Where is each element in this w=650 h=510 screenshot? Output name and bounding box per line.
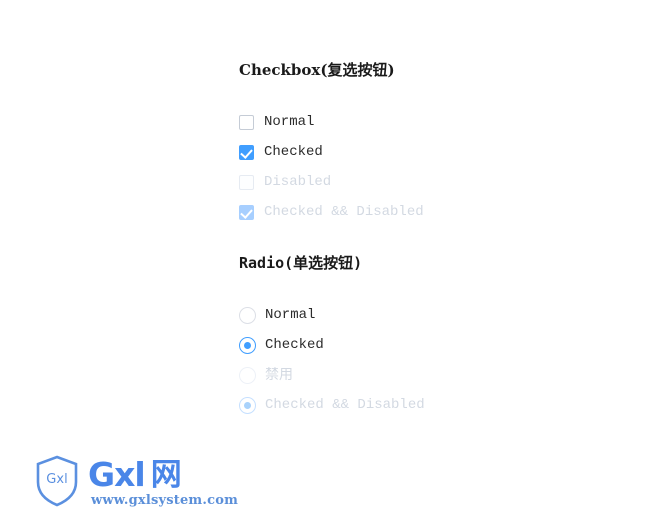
radio-group: Normal Checked 禁用 Checked && Disabled xyxy=(239,300,619,420)
watermark-url: www.gxlsystem.com xyxy=(91,493,239,508)
radio-label-checked: Checked xyxy=(265,337,324,353)
checkbox-box-normal[interactable] xyxy=(239,114,254,130)
check-icon xyxy=(240,145,253,159)
watermark-brand: Gxl xyxy=(88,455,146,494)
checkbox-item-disabled: Disabled xyxy=(239,167,619,197)
checkbox-item-normal[interactable]: Normal xyxy=(239,107,619,137)
check-icon xyxy=(240,205,253,219)
shield-icon: Gxl xyxy=(36,455,78,507)
checkbox-label-checked: Checked xyxy=(264,144,323,160)
page-root: Checkbox(复选按钮) Normal Checked Disabled C… xyxy=(0,0,650,510)
checkbox-section-heading: Checkbox(复选按钮) xyxy=(239,61,395,79)
checkbox-group: Normal Checked Disabled Checked && Disab… xyxy=(239,107,619,227)
radio-circle-checked-disabled xyxy=(239,396,256,414)
checkbox-box-checked[interactable] xyxy=(239,144,254,160)
radio-circle-disabled xyxy=(239,366,256,384)
watermark: Gxl Gxl 网 www.gxlsystem.com xyxy=(34,455,238,510)
radio-circle-checked[interactable] xyxy=(239,336,256,354)
checkbox-section: Checkbox(复选按钮) Normal Checked Disabled C… xyxy=(239,60,619,227)
radio-circle-normal[interactable] xyxy=(239,306,256,324)
checkbox-item-checked-disabled: Checked && Disabled xyxy=(239,197,619,227)
checkbox-box-disabled xyxy=(239,174,254,190)
form-demo-content: Checkbox(复选按钮) Normal Checked Disabled C… xyxy=(239,60,619,420)
checkbox-label-checked-disabled: Checked && Disabled xyxy=(264,204,424,220)
checkbox-item-checked[interactable]: Checked xyxy=(239,137,619,167)
watermark-text: Gxl 网 www.gxlsystem.com xyxy=(88,455,238,509)
radio-section: Radio(单选按钮) Normal Checked 禁用 Checked &&… xyxy=(239,253,619,420)
svg-text:Gxl: Gxl xyxy=(46,472,67,487)
watermark-brand-cjk: 网 xyxy=(150,457,182,493)
checkbox-box-checked-disabled xyxy=(239,204,254,220)
radio-section-heading: Radio(单选按钮) xyxy=(239,254,363,272)
radio-label-checked-disabled: Checked && Disabled xyxy=(265,397,425,413)
checkbox-label-disabled: Disabled xyxy=(264,174,332,190)
radio-label-disabled: 禁用 xyxy=(265,367,293,383)
checkbox-label-normal: Normal xyxy=(264,114,315,130)
radio-item-disabled: 禁用 xyxy=(239,360,619,390)
radio-item-checked[interactable]: Checked xyxy=(239,330,619,360)
radio-label-normal: Normal xyxy=(265,307,316,323)
radio-item-normal[interactable]: Normal xyxy=(239,300,619,330)
radio-item-checked-disabled: Checked && Disabled xyxy=(239,390,619,420)
watermark-brandline: Gxl 网 xyxy=(88,455,238,491)
radio-dot-icon xyxy=(244,401,251,409)
radio-dot-icon xyxy=(244,341,251,349)
